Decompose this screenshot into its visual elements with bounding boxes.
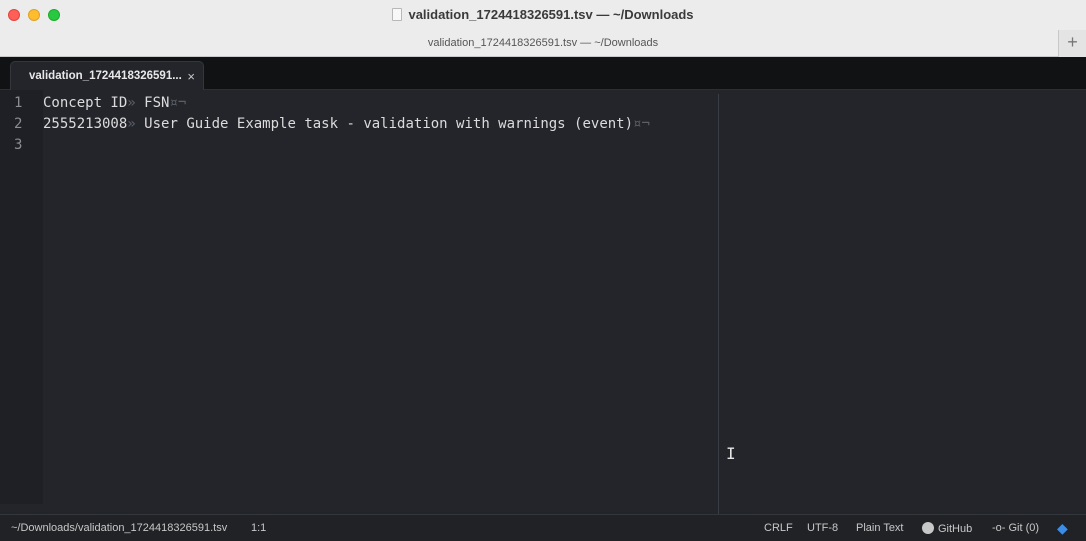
feedback-bird-icon[interactable]: ◆ bbox=[1057, 520, 1068, 537]
line-number-gutter: 1 2 3 bbox=[0, 90, 43, 504]
git-label: Git (0) bbox=[1008, 522, 1040, 534]
window-title: validation_1724418326591.tsv — ~/Downloa… bbox=[0, 7, 1086, 22]
wrap-guide bbox=[718, 94, 719, 514]
eol-marker: ¤¬ bbox=[633, 116, 650, 132]
text-cursor-icon: I bbox=[726, 444, 736, 463]
code-line[interactable]: 2555213008» User Guide Example task - va… bbox=[43, 116, 650, 132]
window-title-text: validation_1724418326591.tsv — ~/Downloa… bbox=[408, 7, 694, 22]
line-number: 1 bbox=[14, 95, 23, 111]
github-label: GitHub bbox=[938, 523, 973, 535]
cell-text: User Guide Example task - validation wit… bbox=[144, 116, 634, 132]
tab-marker: » bbox=[127, 95, 136, 111]
cursor-position[interactable]: 1:1 bbox=[251, 522, 266, 534]
eol-marker: ¤¬ bbox=[169, 95, 187, 111]
grammar[interactable]: Plain Text bbox=[856, 522, 904, 534]
line-number: 3 bbox=[14, 137, 23, 153]
tab-validation-file[interactable]: validation_1724418326591... × bbox=[10, 61, 204, 90]
tab-marker: » bbox=[127, 116, 136, 132]
tab-bar: validation_1724418326591... × bbox=[0, 57, 1086, 90]
editor-pane[interactable]: 1 2 3 Concept ID» FSN¤¬ 2555213008» User… bbox=[0, 90, 1086, 514]
encoding[interactable]: UTF-8 bbox=[807, 522, 838, 534]
title-bar: validation_1724418326591.tsv — ~/Downloa… bbox=[0, 0, 1086, 57]
file-path[interactable]: ~/Downloads/validation_1724418326591.tsv bbox=[11, 522, 227, 534]
cell-text: FSN bbox=[144, 95, 170, 111]
cell-text: Concept ID bbox=[43, 95, 128, 111]
document-icon bbox=[392, 8, 403, 21]
line-number: 2 bbox=[14, 116, 23, 132]
line-ending[interactable]: CRLF bbox=[764, 522, 793, 534]
cell-text: 2555213008 bbox=[43, 116, 128, 132]
git-button[interactable]: -o- Git (0) bbox=[992, 522, 1039, 534]
new-tab-button[interactable]: + bbox=[1058, 30, 1086, 57]
tab-label: validation_1724418326591... bbox=[29, 70, 182, 82]
git-commit-icon: -o- bbox=[992, 522, 1006, 534]
close-tab-icon[interactable]: × bbox=[187, 70, 195, 83]
window-subtitle: validation_1724418326591.tsv — ~/Downloa… bbox=[427, 37, 659, 49]
code-line[interactable]: Concept ID» FSN¤¬ bbox=[43, 95, 186, 111]
github-button[interactable]: GitHub bbox=[922, 522, 972, 535]
status-bar: ~/Downloads/validation_1724418326591.tsv… bbox=[0, 514, 1086, 541]
github-icon bbox=[922, 522, 934, 534]
